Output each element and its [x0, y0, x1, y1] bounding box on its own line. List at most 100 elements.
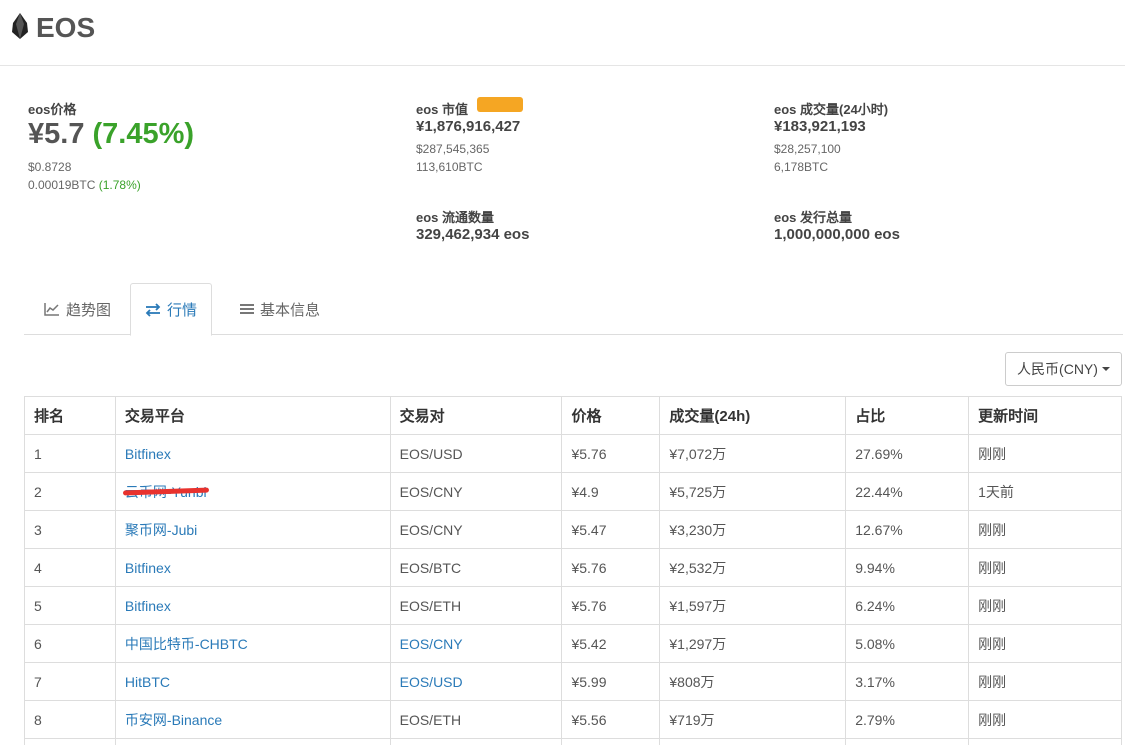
cell-volume: ¥1,297万 — [659, 624, 847, 663]
volume-label: eos 成交量(24小时) — [774, 102, 889, 117]
cell-pair — [389, 738, 563, 745]
table-row: 4 Bitfinex EOS/BTC ¥5.76 ¥2,532万 9.94% 刚… — [24, 548, 1122, 587]
cell-pair: EOS/ETH — [389, 586, 563, 625]
cell-exchange-link[interactable]: 聚币网-Jubi — [114, 510, 391, 549]
cell-share: 9.94% — [845, 548, 970, 587]
cell-volume: ¥719万 — [659, 700, 847, 739]
col-header-updated[interactable]: 更新时间 — [968, 396, 1122, 435]
cell-exchange-link[interactable]: Bitfinex — [114, 586, 391, 625]
eos-logo-icon — [12, 13, 28, 44]
tab-basic-info[interactable]: 基本信息 — [226, 283, 334, 335]
cell-volume: ¥3,230万 — [659, 510, 847, 549]
cell-rank: 8 — [24, 700, 116, 739]
market-cap-usd: $287,545,365 — [416, 142, 490, 156]
cell-share: 2.79% — [845, 700, 970, 739]
cell-price: ¥5.76 — [561, 434, 661, 473]
total-supply-label: eos 发行总量 — [774, 210, 853, 225]
cell-pair: EOS/CNY — [389, 472, 563, 511]
cell-pair-link[interactable]: EOS/USD — [389, 662, 563, 701]
cell-updated: 刚刚 — [968, 548, 1122, 587]
currency-select[interactable]: 人民币(CNY) — [1005, 352, 1122, 386]
cell-rank: 1 — [24, 434, 116, 473]
redacted-exchange-name[interactable]: 云币网-Yunbi — [125, 482, 207, 502]
cell-updated: 刚刚 — [968, 624, 1122, 663]
cell-rank: 6 — [24, 624, 116, 663]
cell-pair-link[interactable]: EOS/CNY — [389, 624, 563, 663]
market-cap-badge — [477, 97, 523, 112]
exchange-icon — [145, 302, 161, 317]
cell-volume: ¥5,725万 — [659, 472, 847, 511]
page-header: EOS — [0, 0, 1125, 66]
volume-btc: 6,178BTC — [774, 160, 829, 174]
col-header-share[interactable]: 占比 — [845, 396, 970, 435]
chevron-down-icon — [1101, 367, 1110, 371]
cell-exchange-link[interactable]: 云币网-Yunbi — [114, 472, 391, 511]
cell-price: ¥4.9 — [561, 472, 661, 511]
cell-updated: 1天前 — [968, 472, 1122, 511]
cell-price: ¥5.56 — [561, 700, 661, 739]
table-row: 6 中国比特币-CHBTC EOS/CNY ¥5.42 ¥1,297万 5.08… — [24, 624, 1122, 663]
cell-exchange-link[interactable]: Bitfinex — [114, 434, 391, 473]
cell-share: 22.44% — [845, 472, 970, 511]
cell-pair: EOS/ETH — [389, 700, 563, 739]
cell-share — [845, 738, 970, 745]
price-btc: 0.00019BTC (1.78%) — [28, 178, 141, 192]
market-cap-label: eos 市值 — [416, 102, 469, 117]
cell-rank: 7 — [24, 662, 116, 701]
table-header-row: 排名 交易平台 交易对 价格 成交量(24h) 占比 更新时间 — [24, 396, 1122, 435]
col-header-volume[interactable]: 成交量(24h) — [659, 396, 847, 435]
table-row: 5 Bitfinex EOS/ETH ¥5.76 ¥1,597万 6.24% 刚… — [24, 586, 1122, 625]
cell-updated: 刚刚 — [968, 662, 1122, 701]
cell-share: 3.17% — [845, 662, 970, 701]
cell-exchange-link[interactable]: 中国比特币-CHBTC — [114, 624, 391, 663]
cell-rank — [24, 738, 116, 745]
cell-share: 6.24% — [845, 586, 970, 625]
table-row: 1 Bitfinex EOS/USD ¥5.76 ¥7,072万 27.69% … — [24, 434, 1122, 473]
currency-select-value: 人民币(CNY) — [1017, 361, 1098, 377]
table-row: 7 HitBTC EOS/USD ¥5.99 ¥808万 3.17% 刚刚 — [24, 662, 1122, 701]
table-row: 2 云币网-Yunbi EOS/CNY ¥4.9 ¥5,725万 22.44% … — [24, 472, 1122, 511]
cell-rank: 5 — [24, 586, 116, 625]
exchange-table: 排名 交易平台 交易对 价格 成交量(24h) 占比 更新时间 1 Bitfin… — [24, 396, 1122, 745]
volume-usd: $28,257,100 — [774, 142, 841, 156]
cell-pair: EOS/BTC — [389, 548, 563, 587]
cell-rank: 4 — [24, 548, 116, 587]
cell-volume: ¥2,532万 — [659, 548, 847, 587]
cell-price: ¥5.76 — [561, 548, 661, 587]
cell-exchange-link[interactable]: 币安网-Binance — [114, 700, 391, 739]
col-header-price[interactable]: 价格 — [561, 396, 661, 435]
col-header-exchange[interactable]: 交易平台 — [114, 396, 391, 435]
total-supply-value: 1,000,000,000 eos — [774, 226, 900, 243]
tab-label: 基本信息 — [260, 301, 321, 319]
price-btc-change: (1.78%) — [98, 178, 141, 192]
price-btc-value: 0.00019BTC — [28, 178, 96, 192]
cell-updated: 刚刚 — [968, 700, 1122, 739]
circulating-value: 329,462,934 eos — [416, 226, 530, 243]
cell-price: ¥5.99 — [561, 662, 661, 701]
col-header-pair[interactable]: 交易对 — [389, 396, 563, 435]
circulating-label: eos 流通数量 — [416, 210, 495, 225]
price-change: (7.45%) — [92, 118, 195, 150]
cell-price — [561, 738, 661, 745]
market-cap-btc: 113,610BTC — [416, 160, 483, 174]
cell-share: 27.69% — [845, 434, 970, 473]
cell-volume: ¥1,597万 — [659, 586, 847, 625]
table-row: 8 币安网-Binance EOS/ETH ¥5.56 ¥719万 2.79% … — [24, 700, 1122, 739]
tab-trend-chart[interactable]: 趋势图 — [30, 283, 125, 335]
tab-market[interactable]: 行情 — [130, 283, 213, 336]
cell-rank: 2 — [24, 472, 116, 511]
cell-exchange-link — [114, 738, 391, 745]
price-cny: ¥5.7 — [28, 118, 85, 150]
list-icon — [240, 303, 254, 315]
cell-exchange-link[interactable]: Bitfinex — [114, 548, 391, 587]
cell-exchange-link[interactable]: HitBTC — [114, 662, 391, 701]
cell-volume — [659, 738, 847, 745]
col-header-rank[interactable]: 排名 — [24, 396, 116, 435]
cell-updated — [968, 738, 1122, 745]
cell-price: ¥5.76 — [561, 586, 661, 625]
cell-volume: ¥808万 — [659, 662, 847, 701]
cell-rank: 3 — [24, 510, 116, 549]
table-row — [24, 738, 1122, 745]
price-label: eos价格 — [28, 102, 77, 117]
line-chart-icon — [44, 302, 60, 316]
